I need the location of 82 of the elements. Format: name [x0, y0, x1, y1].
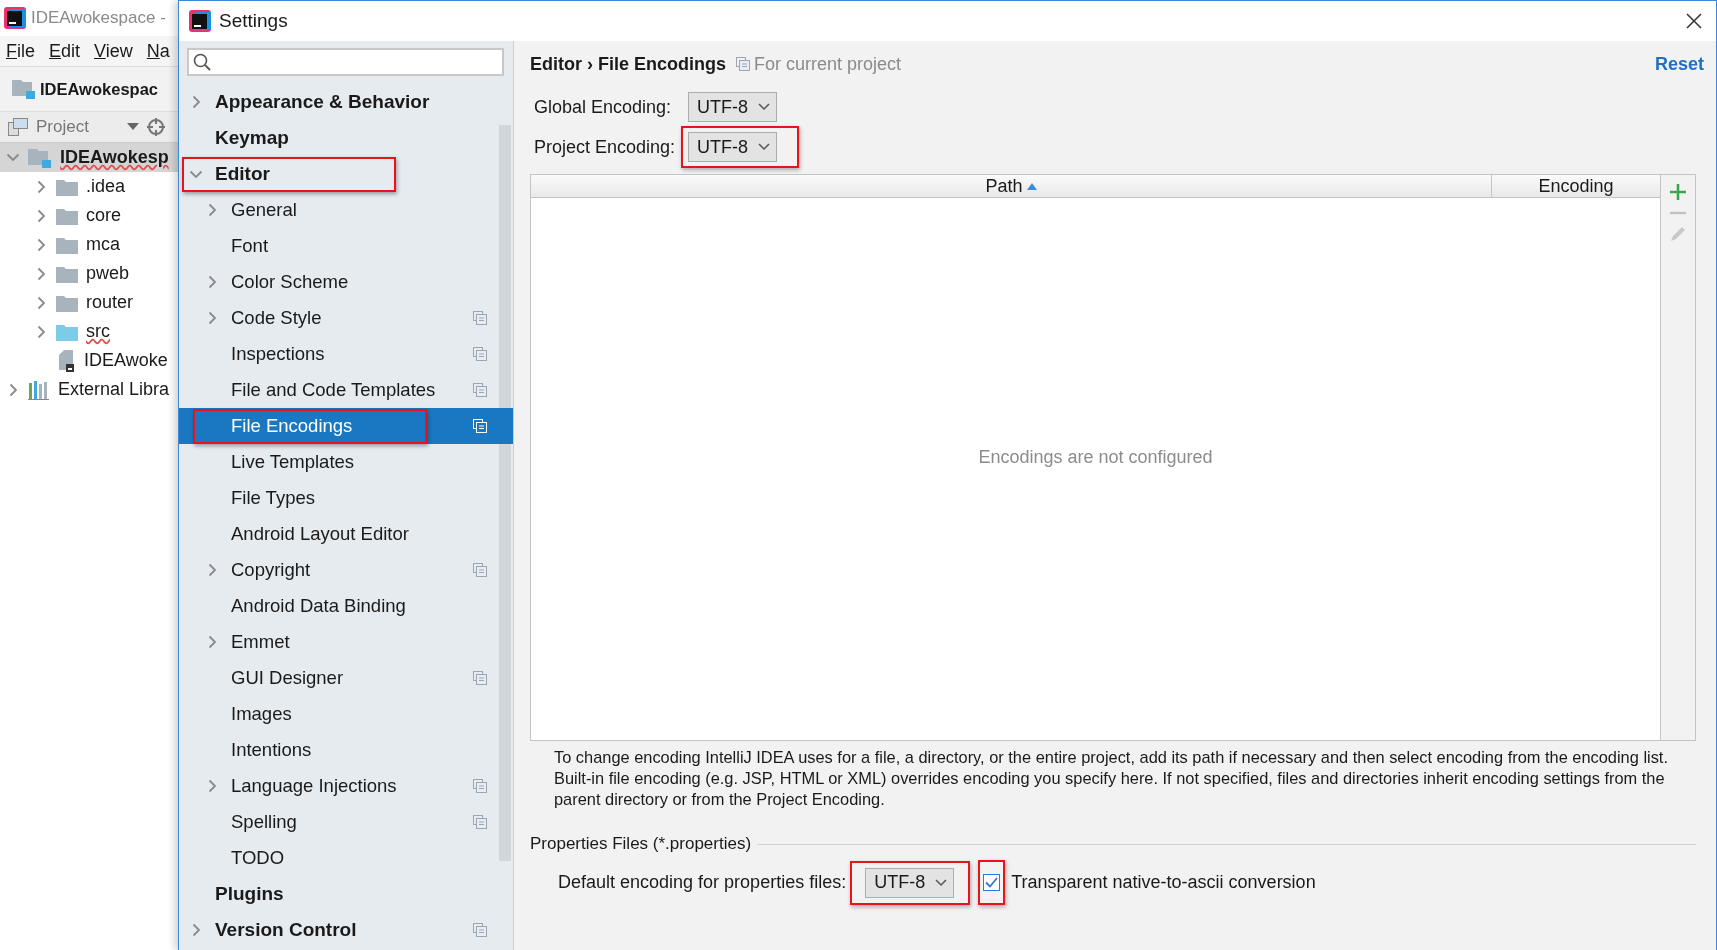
scrollbar[interactable] — [499, 125, 511, 861]
sidebar-item[interactable]: File and Code Templates — [179, 372, 497, 408]
tree-row[interactable]: IDEAwokesp — [0, 143, 178, 172]
add-icon[interactable] — [1669, 183, 1687, 201]
column-header[interactable]: Path — [531, 175, 1492, 197]
sidebar-item[interactable]: GUI Designer — [179, 660, 497, 696]
section-title: Properties Files (*.properties) — [530, 834, 752, 854]
folder-icon — [56, 235, 78, 254]
search-field[interactable] — [187, 48, 504, 76]
menu-item[interactable]: File — [6, 40, 35, 62]
dialog-title: Settings — [219, 10, 288, 32]
reset-link[interactable]: Reset — [1654, 53, 1704, 75]
sidebar-item[interactable]: Spelling — [179, 804, 497, 840]
sidebar-item[interactable]: Live Templates — [179, 444, 497, 480]
menu-item[interactable]: Na — [146, 40, 170, 62]
sidebar-item[interactable]: Color Scheme — [179, 264, 497, 300]
menu-item[interactable]: Edit — [49, 40, 81, 62]
tree-row[interactable]: router — [0, 288, 178, 317]
field-label: Project Encoding: — [534, 136, 677, 158]
sidebar-item[interactable]: File Encodings — [179, 408, 513, 444]
sidebar-item[interactable]: Appearance & Behavior — [179, 84, 497, 120]
sidebar-item[interactable]: Emmet — [179, 624, 497, 660]
chevron-down-icon — [758, 103, 770, 111]
folder-icon — [56, 322, 78, 341]
tree-row[interactable]: External Libra — [0, 375, 178, 404]
sidebar-item[interactable]: Plugins — [179, 876, 497, 912]
sidebar-item[interactable]: File Types — [179, 480, 497, 516]
sidebar-item[interactable]: Copyright — [179, 552, 497, 588]
sidebar-item[interactable]: Intentions — [179, 732, 497, 768]
breadcrumb: Editor › File Encodings — [530, 53, 726, 75]
sidebar-item[interactable]: Keymap — [179, 120, 497, 156]
tree-row[interactable]: mca — [0, 230, 178, 259]
sidebar-item[interactable]: Code Style — [179, 300, 497, 336]
field-label: Global Encoding: — [534, 96, 673, 118]
file-icon — [56, 348, 76, 373]
encoding-dropdown[interactable]: UTF-8 — [688, 132, 777, 162]
chevron-down-icon — [935, 878, 948, 887]
tree-row[interactable]: core — [0, 201, 178, 230]
folder-icon — [56, 264, 78, 283]
sidebar-item[interactable]: Version Control — [179, 912, 497, 948]
sidebar-item[interactable]: Inspections — [179, 336, 497, 372]
app-logo-icon — [4, 7, 26, 29]
sidebar-item[interactable]: Android Data Binding — [179, 588, 497, 624]
sidebar-item[interactable]: Editor — [179, 156, 497, 192]
close-icon[interactable] — [1686, 13, 1702, 29]
copy-icon — [736, 57, 750, 71]
column-header[interactable]: Encoding — [1492, 175, 1660, 197]
sidebar-item[interactable]: TODO — [179, 840, 497, 876]
library-icon — [28, 379, 50, 400]
tree-row[interactable]: src — [0, 317, 178, 346]
empty-table-message: Encodings are not configured — [978, 446, 1213, 468]
app-logo-icon — [189, 10, 211, 32]
window-title: IDEAwokespace - — [31, 8, 166, 28]
encoding-dropdown[interactable]: UTF-8 — [865, 867, 955, 898]
folder-icon — [56, 206, 78, 225]
sidebar-item[interactable]: Android Layout Editor — [179, 516, 497, 552]
encoding-dropdown[interactable]: UTF-8 — [688, 92, 777, 122]
field-label: Default encoding for properties files: — [558, 872, 847, 893]
sidebar-item[interactable]: Language Injections — [179, 768, 497, 804]
sidebar-item[interactable]: Images — [179, 696, 497, 732]
chevron-down-icon — [758, 143, 770, 151]
sidebar-item[interactable]: General — [179, 192, 497, 228]
project-view-icon — [8, 118, 28, 136]
tree-row[interactable]: pweb — [0, 259, 178, 288]
checkmark-icon — [985, 877, 999, 888]
module-folder-icon — [28, 147, 52, 168]
tree-row[interactable]: .idea — [0, 172, 178, 201]
scope-label: For current project — [754, 53, 902, 75]
sort-ascending-icon — [1026, 182, 1037, 190]
help-text: To change encoding IntelliJ IDEA uses for a file, a directory, or the entire project, add its path if necessary and then select encoding from the encoding list. Built-in file encoding (e.g. JSP, HTML or XML) overrides encoding you specify here. If not specified, files and directories inherit encoding settings from the parent directory or from the Project Encoding. — [554, 747, 1669, 810]
dropdown-caret-icon[interactable] — [126, 123, 139, 131]
menu-item[interactable]: View — [94, 40, 133, 62]
folder-icon — [56, 177, 78, 196]
checkbox-label[interactable]: Transparent native-to-ascii conversion — [1011, 872, 1316, 893]
sidebar-item[interactable]: Font — [179, 228, 497, 264]
tool-window-title[interactable]: Project — [36, 117, 89, 137]
module-folder-icon — [12, 79, 36, 99]
tree-row[interactable]: IDEAwoke — [0, 346, 178, 375]
target-icon[interactable] — [146, 118, 165, 136]
search-icon — [193, 53, 211, 71]
folder-icon — [56, 293, 78, 312]
checkbox[interactable] — [983, 874, 1001, 891]
